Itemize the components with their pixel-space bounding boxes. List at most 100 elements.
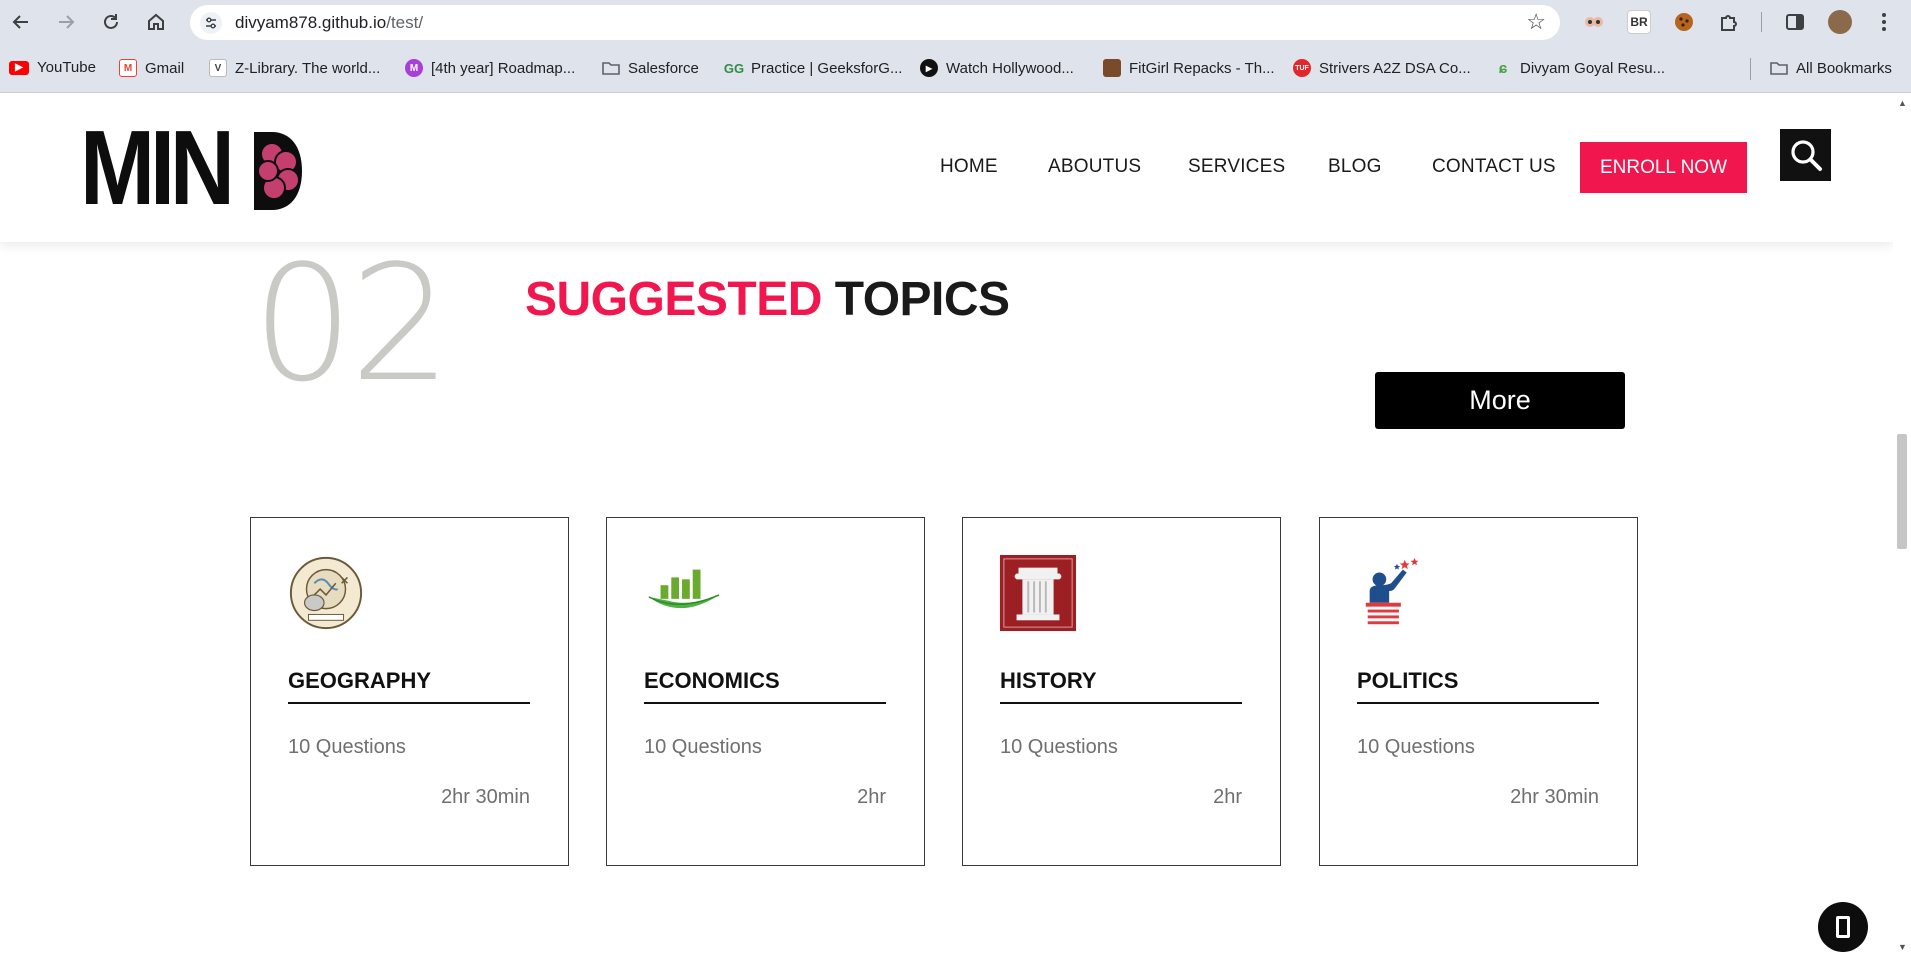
bookmark-gmail[interactable]: M Gmail [119,59,184,77]
section-title: SUGGESTED TOPICS [525,272,1010,327]
play-icon: ▶ [920,59,938,77]
all-bookmarks-label: All Bookmarks [1796,59,1892,77]
bookmark-label: YouTube [37,59,96,76]
more-button[interactable]: More [1375,372,1625,429]
site-settings-icon[interactable] [200,12,222,34]
topic-title: ECONOMICS [644,668,780,693]
bookmark-geeksforgeeks[interactable]: GG Practice | GeeksforG... [723,59,903,77]
topic-duration: 2hr [1213,786,1242,808]
bookmark-star-icon[interactable]: ☆ [1526,9,1546,35]
topic-card-politics[interactable]: POLITICS 10 Questions 2hr 30min [1319,517,1638,866]
bookmark-hollywood[interactable]: ▶ Watch Hollywood... [920,59,1074,77]
geeksforgeeks-icon: GG [723,60,745,76]
politics-icon [1365,557,1419,625]
search-icon [1790,140,1822,171]
web-page: MIN HOME ABOUTUS SERVICES BLOG CONTACT U… [0,94,1893,956]
topic-title: POLITICS [1357,668,1459,693]
topic-questions: 10 Questions [1357,736,1475,758]
bookmark-fitgirl[interactable]: FitGirl Repacks - Th... [1103,59,1275,77]
extension-cookie-icon[interactable] [1672,10,1696,34]
gmail-icon: M [119,59,137,77]
section-number: 02 [252,230,452,417]
section-title-accent: SUGGESTED [525,273,822,326]
reload-icon[interactable] [98,9,124,35]
bookmark-label: Watch Hollywood... [946,59,1074,77]
bookmark-label: Z-Library. The world... [235,59,381,77]
topic-duration: 2hr 30min [441,786,530,808]
topic-divider [1000,702,1242,704]
bookmark-resume[interactable]: ɕ Divyam Goyal Resu... [1494,59,1665,77]
profile-avatar[interactable] [1828,10,1852,34]
nav-aboutus[interactable]: ABOUTUS [1048,156,1141,178]
brain-logo-icon [254,132,302,210]
back-icon[interactable] [8,9,34,35]
nav-services[interactable]: SERVICES [1188,156,1285,178]
topic-questions: 10 Questions [1000,736,1118,758]
extension-eyes-icon[interactable] [1582,10,1606,34]
side-panel-icon[interactable] [1783,10,1807,34]
history-icon [999,554,1077,632]
topic-card-economics[interactable]: ECONOMICS 10 Questions 2hr [606,517,925,866]
page-scrollbar[interactable]: ▲ ▼ [1893,94,1911,956]
topic-divider [1357,702,1599,704]
bookmark-label: Strivers A2Z DSA Co... [1319,59,1471,77]
scroll-down-icon[interactable]: ▼ [1898,942,1907,952]
floating-device-button[interactable] [1818,902,1868,952]
economics-icon [648,569,720,609]
bookmark-strivers[interactable]: TUF Strivers A2Z DSA Co... [1293,59,1471,77]
topic-duration: 2hr 30min [1510,786,1599,808]
home-icon[interactable] [143,9,169,35]
mobile-icon [1836,916,1850,938]
scroll-up-icon[interactable]: ▲ [1898,98,1907,108]
overleaf-icon: ɕ [1498,59,1508,77]
youtube-icon: ▶ [9,60,29,75]
fitgirl-icon [1103,59,1121,77]
zlibrary-icon: V [209,59,227,77]
geography-icon [289,556,363,630]
nav-home[interactable]: HOME [940,156,998,178]
topic-title: GEOGRAPHY [288,668,432,693]
topic-questions: 10 Questions [644,736,762,758]
bookmarks-bar: ▶ YouTube M Gmail V Z-Library. The world… [0,45,1911,93]
topic-card-history[interactable]: HISTORY 10 Questions 2hr [962,517,1281,866]
browser-toolbar: divyam878.github.io/test/ ☆ BR [0,0,1911,45]
notion-m-icon: M [405,59,423,77]
extension-br-icon[interactable]: BR [1627,10,1651,34]
topic-card-geography[interactable]: GEOGRAPHY 10 Questions 2hr 30min [250,517,569,866]
bookmark-label: Gmail [145,59,185,77]
bookmarks-divider [1750,58,1751,80]
folder-icon [602,59,620,77]
bookmark-youtube[interactable]: ▶ YouTube [9,59,96,76]
url-path: /test/ [386,13,424,32]
topic-divider [644,702,886,704]
url-host: divyam878.github.io [235,13,387,32]
toolbar-divider [1761,12,1762,32]
forward-icon[interactable] [53,9,79,35]
bookmark-label: Practice | GeeksforG... [751,59,903,77]
topic-duration: 2hr [857,786,886,808]
bookmark-label: Divyam Goyal Resu... [1520,59,1666,77]
menu-dots-icon[interactable] [1872,10,1896,34]
site-logo[interactable]: MIN [80,115,302,221]
site-header: MIN HOME ABOUTUS SERVICES BLOG CONTACT U… [0,94,1893,242]
nav-contact-us[interactable]: CONTACT US [1432,156,1556,178]
url-text[interactable]: divyam878.github.io/test/ [235,13,423,33]
bookmark-salesforce[interactable]: Salesforce [602,59,699,77]
enroll-now-button[interactable]: ENROLL NOW [1580,142,1747,193]
all-bookmarks[interactable]: All Bookmarks [1770,59,1892,77]
bookmark-label: Salesforce [628,59,699,77]
address-bar[interactable]: divyam878.github.io/test/ ☆ [190,5,1560,40]
search-button[interactable] [1780,129,1831,181]
bookmark-zlibrary[interactable]: V Z-Library. The world... [209,59,380,77]
section-title-rest: TOPICS [834,273,1010,326]
extensions-puzzle-icon[interactable] [1717,10,1741,34]
folder-icon [1770,59,1788,77]
topic-divider [288,702,530,704]
topic-questions: 10 Questions [288,736,406,758]
scroll-thumb[interactable] [1897,434,1907,549]
logo-text: MIN [80,109,235,227]
nav-blog[interactable]: BLOG [1328,156,1382,178]
tuf-icon: TUF [1293,59,1311,77]
bookmark-label: FitGirl Repacks - Th... [1129,59,1275,77]
bookmark-roadmap[interactable]: M [4th year] Roadmap... [405,59,575,77]
